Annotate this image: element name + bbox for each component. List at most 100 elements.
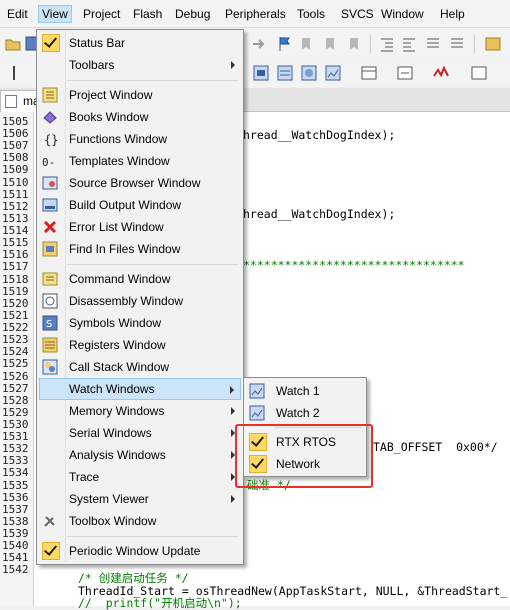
menu-item-find-in-files[interactable]: Find In Files Window — [39, 238, 241, 260]
menu-view[interactable]: View — [38, 5, 72, 23]
line-number: 1516 — [2, 248, 29, 262]
line-number: 1534 — [2, 466, 29, 480]
menu-item-system-viewer[interactable]: System Viewer — [39, 488, 241, 510]
line-number: 1529 — [2, 405, 29, 419]
checked-icon — [42, 542, 60, 560]
disassembly-icon — [42, 293, 58, 309]
line-number: 1522 — [2, 321, 29, 335]
svg-text:S: S — [46, 319, 52, 330]
bookmark-next-icon[interactable] — [322, 35, 340, 53]
call-stack-toggle-icon[interactable] — [300, 64, 318, 82]
line-number: 1539 — [2, 527, 29, 541]
menu-item-status-bar[interactable]: Status Bar — [39, 32, 241, 54]
submenu-item-watch-2[interactable]: Watch 2 — [246, 402, 364, 424]
line-number: 1528 — [2, 393, 29, 407]
menu-item-disassembly[interactable]: Disassembly Window — [39, 290, 241, 312]
menu-item-analysis-windows[interactable]: Analysis Windows — [39, 444, 241, 466]
analysis-toggle-icon[interactable] — [432, 64, 450, 82]
registers-icon — [42, 337, 58, 353]
submenu-item-watch-1[interactable]: Watch 1 — [246, 380, 364, 402]
menu-item-serial-windows[interactable]: Serial Windows — [39, 422, 241, 444]
menu-peripherals[interactable]: Peripherals — [222, 5, 289, 23]
line-number: 1519 — [2, 284, 29, 298]
submenu-arrow-icon — [230, 386, 234, 394]
code-line: TAB_OFFSET 0x00*/ — [373, 440, 498, 454]
templates-icon: 0- — [42, 153, 58, 169]
configure-icon[interactable] — [484, 35, 502, 53]
code-line: hread__WatchDogIndex); — [243, 128, 396, 142]
menu-item-memory-windows[interactable]: Memory Windows — [39, 400, 241, 422]
menu-edit[interactable]: Edit — [4, 5, 31, 23]
line-number: 1513 — [2, 211, 29, 225]
menu-item-toolbox[interactable]: Toolbox Window — [39, 510, 241, 532]
menu-item-trace[interactable]: Trace — [39, 466, 241, 488]
flag-icon[interactable] — [276, 35, 294, 53]
arrow-right-icon[interactable] — [250, 35, 268, 53]
line-number: 1525 — [2, 357, 29, 371]
menu-item-templates-window[interactable]: 0- Templates Window — [39, 150, 241, 172]
menu-flash[interactable]: Flash — [130, 5, 165, 23]
comment-icon[interactable] — [424, 35, 442, 53]
menu-help[interactable]: Help — [437, 5, 468, 23]
line-number: 1508 — [2, 151, 29, 165]
checked-icon — [42, 34, 60, 52]
menu-item-build-output[interactable]: Build Output Window — [39, 194, 241, 216]
menu-item-functions-window[interactable]: {} Functions Window — [39, 128, 241, 150]
menu-item-books-window[interactable]: Books Window — [39, 106, 241, 128]
line-number: 1505 — [2, 115, 29, 128]
menu-item-watch-windows[interactable]: Watch Windows — [39, 378, 241, 400]
line-number: 1540 — [2, 539, 29, 553]
line-number: 1531 — [2, 430, 29, 444]
line-number: 1517 — [2, 260, 29, 274]
functions-icon: {} — [42, 131, 58, 147]
bookmark-clear-icon[interactable] — [346, 35, 364, 53]
registers-toggle-icon[interactable] — [276, 64, 294, 82]
uncomment-icon[interactable] — [448, 35, 466, 53]
line-number: 1520 — [2, 296, 29, 310]
line-number: 1514 — [2, 224, 29, 238]
submenu-arrow-icon — [231, 61, 235, 69]
line-number: 1510 — [2, 175, 29, 189]
menu-project[interactable]: Project — [80, 5, 123, 23]
menu-bar: Edit View Project Flash Debug Peripheral… — [0, 0, 510, 28]
file-icon — [5, 95, 17, 108]
menu-debug[interactable]: Debug — [172, 5, 213, 23]
menu-item-periodic-update[interactable]: Periodic Window Update — [39, 540, 241, 562]
line-number: 1536 — [2, 490, 29, 504]
menu-item-source-browser[interactable]: Source Browser Window — [39, 172, 241, 194]
line-number: 1511 — [2, 187, 29, 201]
bookmark-prev-icon[interactable] — [298, 35, 316, 53]
serial-toggle-icon[interactable] — [396, 64, 414, 82]
menu-svcs[interactable]: SVCS — [338, 5, 377, 23]
line-number: 1537 — [2, 502, 29, 516]
build-output-toggle-icon[interactable] — [252, 64, 270, 82]
line-number-gutter: 1505 1506 1507 1508 1509 1510 1511 1512 1513 1514… — [0, 112, 34, 606]
menu-item-registers[interactable]: Registers Window — [39, 334, 241, 356]
build-icon[interactable] — [10, 64, 28, 82]
trace-toggle-icon[interactable] — [470, 64, 488, 82]
menu-item-call-stack[interactable]: Call Stack Window — [39, 356, 241, 378]
open-folder-icon[interactable] — [4, 35, 22, 53]
indent-icon[interactable] — [378, 35, 396, 53]
line-number: 1523 — [2, 333, 29, 347]
code-line: /* 创建启动任务 */ — [78, 571, 189, 585]
memory-toggle-icon[interactable] — [360, 64, 378, 82]
menu-item-command-window[interactable]: Command Window — [39, 268, 241, 290]
books-icon — [42, 109, 58, 125]
toolbox-icon — [42, 513, 58, 529]
line-number: 1541 — [2, 551, 29, 565]
annotation-highlight-box — [235, 424, 373, 488]
menu-item-error-list[interactable]: Error List Window — [39, 216, 241, 238]
source-browser-icon — [42, 175, 58, 191]
menu-item-symbols[interactable]: S Symbols Window — [39, 312, 241, 334]
unindent-icon[interactable] — [400, 35, 418, 53]
line-number: 1532 — [2, 442, 29, 456]
watch-toggle-icon[interactable] — [324, 64, 342, 82]
line-number: 1518 — [2, 272, 29, 286]
menu-item-toolbars[interactable]: Toolbars — [39, 54, 241, 76]
menu-item-project-window[interactable]: Project Window — [39, 84, 241, 106]
symbols-icon: S — [42, 315, 58, 331]
menu-window[interactable]: Window — [378, 5, 427, 23]
menu-tools[interactable]: Tools — [294, 5, 328, 23]
line-number: 1538 — [2, 514, 29, 528]
